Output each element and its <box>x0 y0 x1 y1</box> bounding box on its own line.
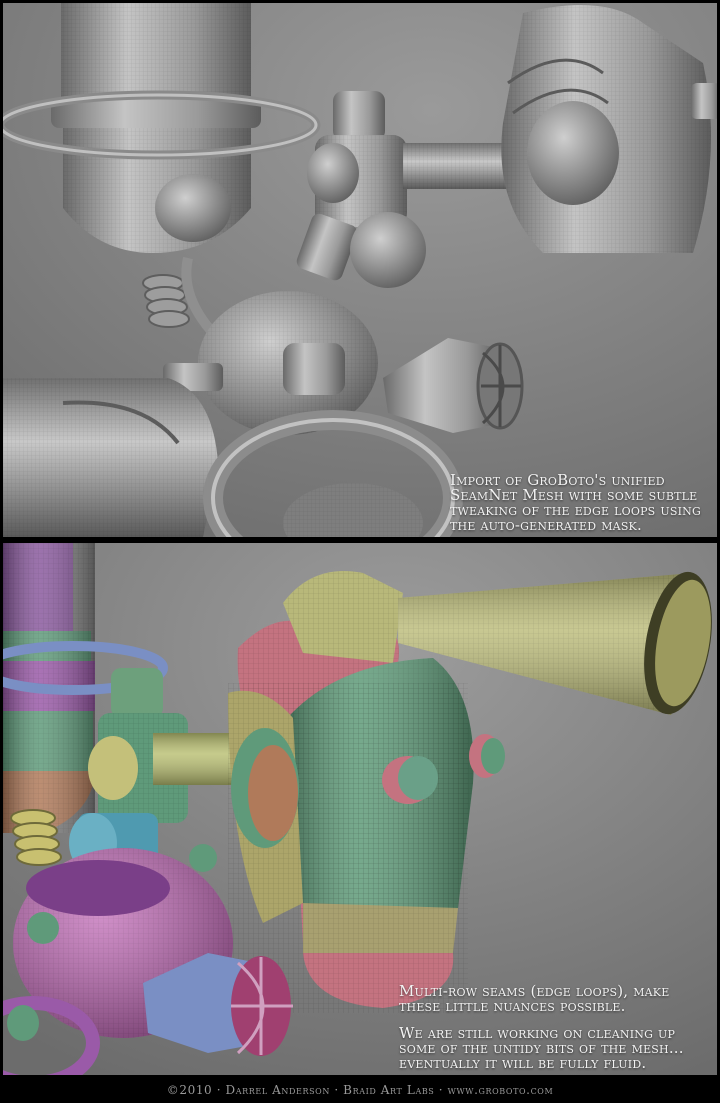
caption-line: these little nuances possible. <box>399 997 626 1015</box>
top-caption: Import of GroBoto's unified SeamNet Mesh… <box>450 473 712 533</box>
caption-line: the auto-generated mask. <box>450 516 642 534</box>
caption-line: eventually it will be fully fluid. <box>399 1054 647 1072</box>
copyright-credit: ©2010 · Darrel Anderson · Braid Art Labs… <box>166 1083 554 1097</box>
gray-clay-render <box>3 3 717 537</box>
render-panel-colored-seams: Multi-row seams (edge loops), make these… <box>3 543 717 1075</box>
render-panel-gray-clay: Import of GroBoto's unified SeamNet Mesh… <box>3 3 717 537</box>
bottom-caption: Multi-row seams (edge loops), make these… <box>399 984 711 1071</box>
